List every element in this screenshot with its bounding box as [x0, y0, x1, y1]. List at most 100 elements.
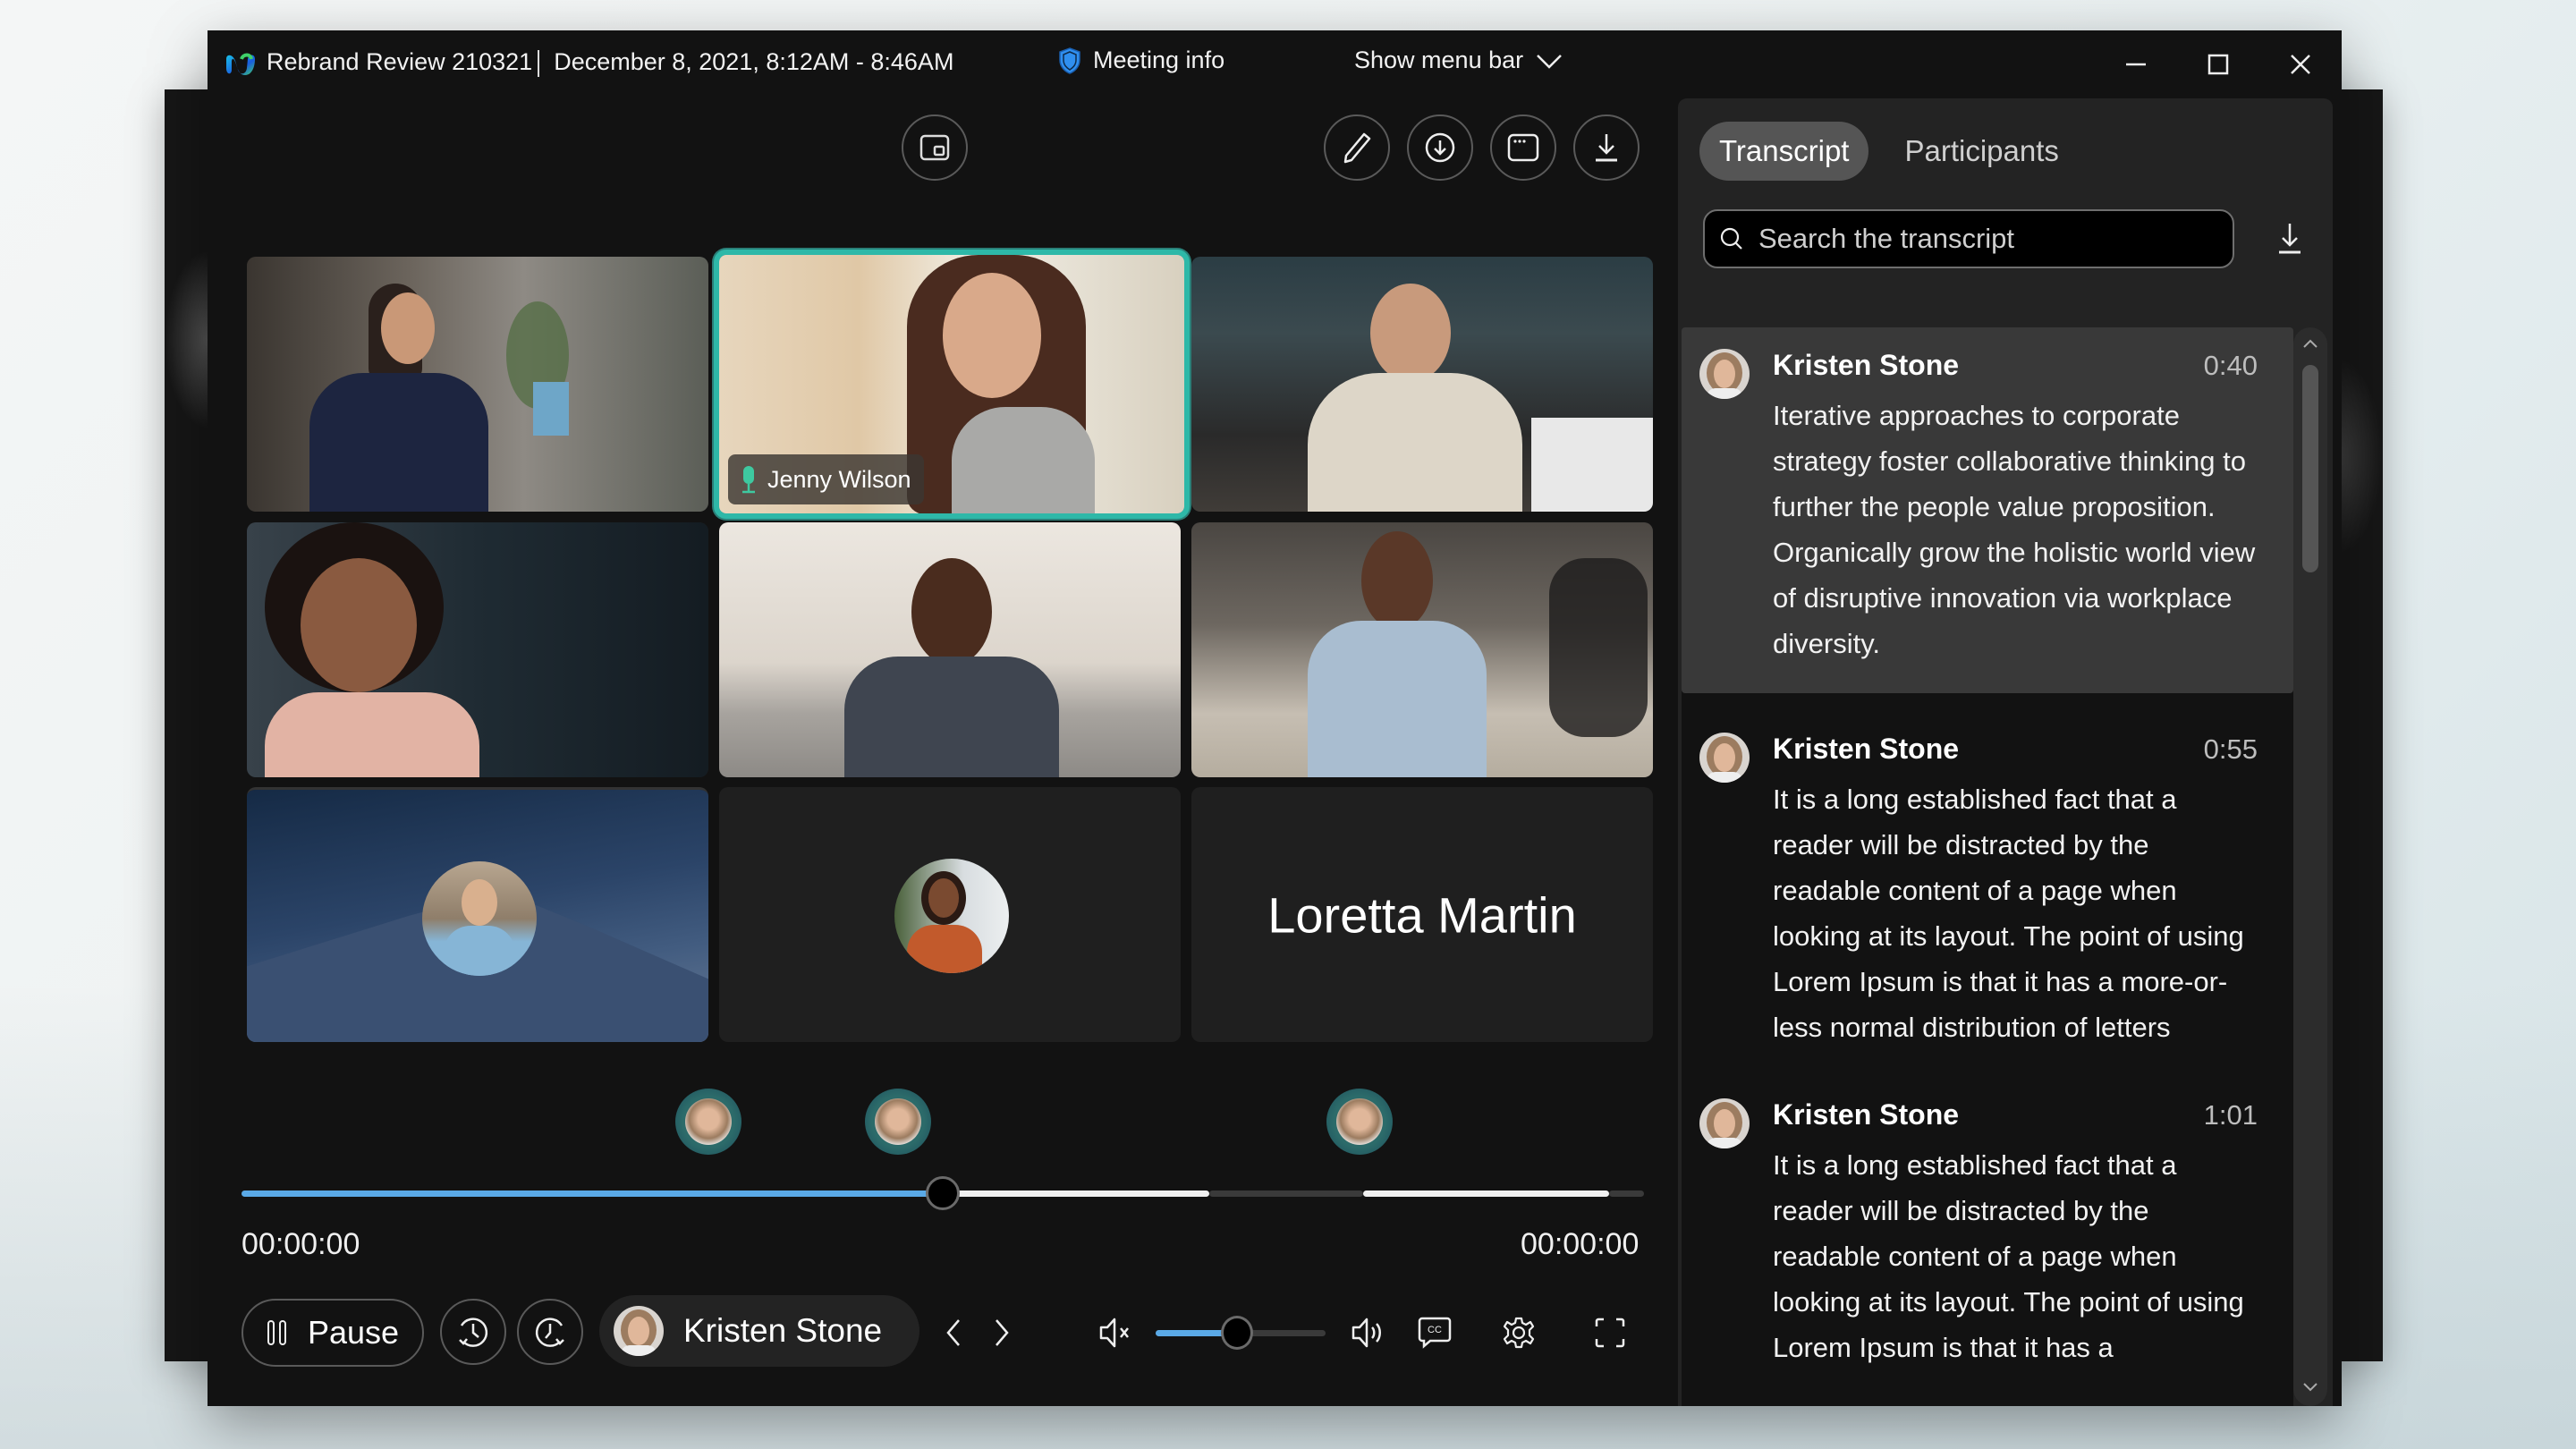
picture-in-picture-button[interactable]: [902, 114, 968, 181]
timeline-segment-played[interactable]: [242, 1191, 943, 1197]
video-tile[interactable]: [247, 257, 708, 512]
speaker-avatar: [614, 1306, 664, 1356]
fullscreen-button[interactable]: [1590, 1313, 1630, 1352]
speaker-name: Kristen Stone: [1773, 349, 1960, 381]
pause-icon: [267, 1320, 286, 1345]
transcript-scrollbar[interactable]: [2293, 327, 2327, 1406]
download-icon: [1596, 134, 1617, 162]
transcript-entry[interactable]: Kristen Stone 0:40 Iterative approaches to…: [1682, 327, 2293, 693]
participant-avatar: [894, 859, 1009, 973]
current-time: 00:00:00: [242, 1227, 360, 1261]
chevron-right-icon: [996, 1319, 1009, 1346]
timeline-segment-speaker[interactable]: [1363, 1191, 1609, 1197]
video-tile-avatar[interactable]: [247, 787, 708, 1042]
scroll-up-icon[interactable]: [2293, 331, 2327, 358]
speaker-marker[interactable]: [675, 1089, 742, 1155]
speaker-name-tag: Jenny Wilson: [728, 454, 924, 504]
transcript-search: [1703, 209, 2234, 268]
tab-transcript[interactable]: Transcript: [1699, 122, 1869, 181]
tab-participants[interactable]: Participants: [1885, 122, 2078, 181]
video-tile[interactable]: [1191, 522, 1653, 777]
svg-text:CC: CC: [1428, 1325, 1442, 1335]
title-bar: Rebrand Review 210321 December 8, 2021, 8…: [208, 30, 2342, 98]
speaker-avatar: [1699, 733, 1750, 783]
window-more-button[interactable]: [1490, 114, 1556, 181]
participant-body: [309, 373, 488, 512]
closed-captions-icon: CC: [1418, 1317, 1452, 1349]
download-transcript-button[interactable]: [2265, 213, 2315, 263]
speaker-name: Kristen Stone: [1773, 733, 1960, 765]
video-tile[interactable]: [1191, 257, 1653, 512]
chevron-down-icon: [1537, 54, 1562, 69]
search-input[interactable]: [1758, 223, 2206, 255]
meeting-info-label: Meeting info: [1093, 47, 1225, 73]
save-download-button[interactable]: [1573, 114, 1640, 181]
meeting-title: Rebrand Review 210321 December 8, 2021, 8…: [267, 48, 953, 77]
speaker-marker[interactable]: [864, 1089, 931, 1155]
timestamp[interactable]: 1:01: [2204, 1099, 2258, 1131]
transcript-text: Iterative approaches to corporate strate…: [1773, 400, 2256, 659]
speaker-avatar: [874, 1098, 921, 1145]
forward-button[interactable]: [517, 1299, 583, 1365]
participant-face: [943, 273, 1041, 398]
timeline-segment-speaker[interactable]: [943, 1191, 1209, 1197]
participant-body: [1308, 621, 1487, 777]
shield-icon: [1059, 47, 1080, 74]
mute-button[interactable]: [1097, 1315, 1136, 1351]
microphone-icon: [742, 466, 755, 494]
pause-button[interactable]: Pause: [242, 1299, 424, 1367]
video-tile-active-speaker[interactable]: Jenny Wilson: [714, 250, 1190, 519]
speaker-avatar: [1699, 1098, 1750, 1148]
window-controls: [2095, 30, 2342, 98]
participant-face: [301, 558, 417, 692]
gear-icon: [1503, 1317, 1535, 1349]
participant-body: [1308, 373, 1522, 512]
timestamp[interactable]: 0:55: [2204, 733, 2258, 766]
rewind-clock-icon: [459, 1318, 488, 1347]
video-tile-avatar[interactable]: [719, 787, 1181, 1042]
download-circle-button[interactable]: [1407, 114, 1473, 181]
settings-button[interactable]: [1499, 1313, 1538, 1352]
rewind-button[interactable]: [440, 1299, 506, 1365]
video-tile[interactable]: [719, 522, 1181, 777]
timestamp[interactable]: 0:40: [2204, 350, 2258, 382]
maximize-icon: [2207, 54, 2229, 75]
fullscreen-icon: [1595, 1318, 1625, 1348]
scroll-thumb[interactable]: [2302, 365, 2318, 572]
timeline-scrubber[interactable]: [926, 1176, 960, 1210]
captions-button[interactable]: CC: [1415, 1313, 1454, 1352]
volume-up-button[interactable]: [1349, 1315, 1388, 1351]
volume-mute-icon: [1099, 1318, 1129, 1348]
participant-name: Jenny Wilson: [767, 465, 911, 493]
circle-download-icon: [1425, 132, 1455, 163]
forward-clock-icon: [535, 1318, 564, 1347]
transcript-entry[interactable]: Kristen Stone 0:55 It is a long establishe…: [1682, 711, 2293, 1077]
speaker-marker[interactable]: [1326, 1089, 1393, 1155]
maximize-button[interactable]: [2177, 30, 2259, 98]
close-button[interactable]: [2259, 30, 2342, 98]
total-time: 00:00:00: [1521, 1227, 1640, 1261]
volume-thumb[interactable]: [1221, 1316, 1254, 1350]
timeline-segment-other[interactable]: [1208, 1191, 1364, 1197]
picture-in-picture-icon: [919, 134, 950, 161]
chevron-left-icon: [946, 1319, 960, 1346]
participant-body: [265, 692, 479, 777]
video-tile-name-only[interactable]: Loretta Martin: [1191, 787, 1653, 1042]
meeting-info-button[interactable]: Meeting info: [1059, 47, 1224, 74]
speaker-filter-button[interactable]: Kristen Stone: [599, 1295, 919, 1367]
scroll-down-icon[interactable]: [2293, 1374, 2327, 1401]
video-tile[interactable]: [247, 522, 708, 777]
pencil-icon: [1343, 132, 1371, 164]
window-more-icon: [1507, 133, 1539, 162]
transcript-entry[interactable]: Kristen Stone 1:01 It is a long establishe…: [1682, 1077, 2293, 1397]
participant-face: [381, 292, 435, 364]
show-menu-bar-button[interactable]: Show menu bar: [1354, 47, 1563, 74]
next-segment-button[interactable]: [984, 1315, 1020, 1351]
previous-segment-button[interactable]: [936, 1315, 971, 1351]
minimize-button[interactable]: [2095, 30, 2177, 98]
timeline-segment-other[interactable]: [1608, 1191, 1644, 1197]
show-menu-bar-label: Show menu bar: [1354, 47, 1524, 73]
transcript-list: Kristen Stone 0:40 Iterative approaches to…: [1682, 327, 2293, 1406]
edit-button[interactable]: [1324, 114, 1390, 181]
participant-name: Loretta Martin: [1267, 886, 1577, 943]
